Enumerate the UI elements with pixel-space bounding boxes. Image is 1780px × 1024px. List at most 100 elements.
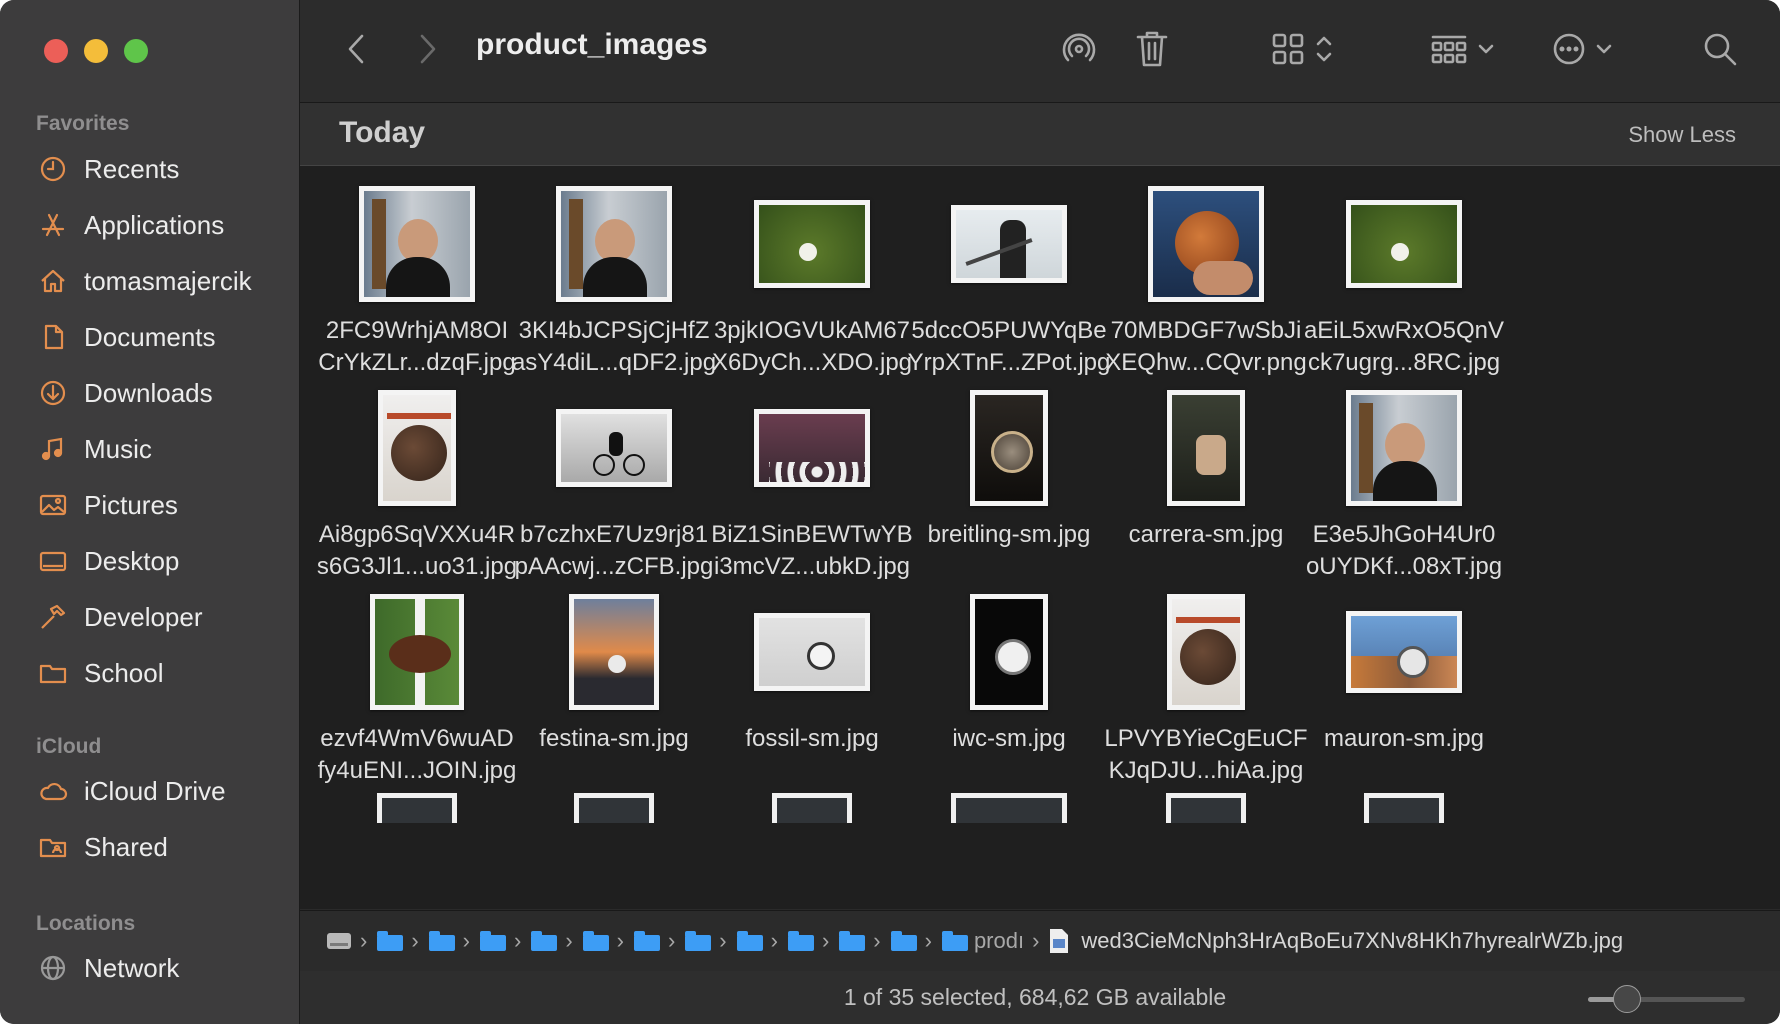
group-button[interactable]	[1424, 26, 1500, 72]
close-button[interactable]	[44, 39, 68, 63]
sidebar-item-label: Recents	[84, 153, 180, 184]
sidebar-item-developer[interactable]: Developer	[36, 597, 286, 637]
icon-size-slider[interactable]	[1588, 985, 1745, 1013]
sidebar-item-music[interactable]: Music	[36, 429, 286, 469]
path-crumb-folder[interactable]: ›	[377, 928, 419, 954]
sidebar-item-desktop[interactable]: Desktop	[36, 541, 286, 581]
path-crumb-folder[interactable]: ›	[531, 928, 573, 954]
minimize-button[interactable]	[84, 39, 108, 63]
path-crumb-folder[interactable]: ›	[582, 928, 624, 954]
sidebar-item-school[interactable]: School	[36, 653, 286, 693]
path-crumb-folder[interactable]: ›	[428, 928, 470, 954]
file-item[interactable]: 70MBDGF7wSbJi XEQhw...CQvr.png	[1101, 177, 1311, 387]
file-item[interactable]: carrera-sm.jpg	[1101, 381, 1311, 591]
file-name-line1: BiZ1SinBEWTwYB	[711, 521, 913, 548]
search-button[interactable]	[1700, 26, 1740, 72]
file-thumbnail-peek[interactable]	[574, 793, 654, 823]
file-item[interactable]: 5dccO5PUWYqBe YrpXTnF...ZPot.jpg	[904, 177, 1114, 387]
folder-icon	[685, 931, 712, 951]
path-crumb-disk[interactable]: ›	[326, 928, 367, 954]
file-item[interactable]: aEiL5xwRxO5QnV ck7ugrg...8RC.jpg	[1299, 177, 1509, 387]
file-item[interactable]: E3e5JhGoH4Ur0 oUYDKf...08xT.jpg	[1299, 381, 1509, 591]
forward-button[interactable]	[410, 26, 444, 72]
folder-icon	[839, 931, 866, 951]
sidebar-section-icloud: iCloud	[36, 735, 102, 758]
file-name-line2: s6G3Jl1...uo31.jpg	[316, 553, 518, 580]
download-icon	[36, 376, 70, 410]
globe-icon	[36, 951, 70, 985]
file-name: fossil-sm.jpg	[701, 723, 923, 755]
file-name-line2: i3mcVZ...ubkD.jpg	[713, 553, 911, 580]
file-thumbnail-peek[interactable]	[1166, 793, 1246, 823]
status-bar: 1 of 35 selected, 684,62 GB available	[300, 971, 1780, 1024]
zoom-button[interactable]	[124, 39, 148, 63]
file-name: iwc-sm.jpg	[898, 723, 1120, 755]
folder-icon	[633, 931, 660, 951]
show-less-button[interactable]: Show Less	[1628, 122, 1736, 148]
document-icon	[36, 320, 70, 354]
file-name-line1: b7czhxE7Uz9rj81	[519, 521, 709, 548]
sidebar-item-documents[interactable]: Documents	[36, 317, 286, 357]
path-crumb-folder[interactable]: ›	[787, 928, 829, 954]
file-item[interactable]: b7czhxE7Uz9rj81 pAAcwj...zCFB.jpg	[509, 381, 719, 591]
file-item[interactable]: breitling-sm.jpg	[904, 381, 1114, 591]
path-crumb-product-folder[interactable]: prodı ›	[941, 928, 1039, 954]
file-item[interactable]: Ai8gp6SqVXXu4R s6G3Jl1...uo31.jpg	[312, 381, 522, 591]
file-item[interactable]: BiZ1SinBEWTwYB i3mcVZ...ubkD.jpg	[707, 381, 917, 591]
file-name-line1: breitling-sm.jpg	[927, 521, 1091, 548]
file-thumbnail-peek[interactable]	[1364, 793, 1444, 823]
trash-icon	[1136, 31, 1168, 67]
file-thumbnail	[951, 205, 1067, 283]
path-crumb-folder[interactable]: ›	[685, 928, 727, 954]
file-name: 3KI4bJCPSjCjHfZ asY4diL...qDF2.jpg	[503, 315, 725, 379]
sidebar-item-pictures[interactable]: Pictures	[36, 485, 286, 525]
file-thumbnail-box	[1101, 177, 1311, 311]
path-crumb-folder[interactable]: ›	[479, 928, 521, 954]
file-item[interactable]: ezvf4WmV6wuAD fy4uENI...JOIN.jpg	[312, 585, 522, 795]
file-item[interactable]: 3pjkIOGVUkAM67 X6DyCh...XDO.jpg	[707, 177, 917, 387]
sidebar-item-applications[interactable]: Applications	[36, 205, 286, 245]
file-thumbnail-peek[interactable]	[772, 793, 852, 823]
sidebar-item-label: iCloud Drive	[84, 775, 226, 806]
shared-folder-icon	[36, 830, 70, 864]
image-file-icon	[1050, 929, 1069, 953]
airdrop-button[interactable]	[1056, 26, 1102, 72]
path-crumb-file[interactable]: wed3CieMcNph3HrAqBoEu7XNv8HKh7hyrealrWZb…	[1049, 928, 1623, 954]
file-thumbnail-peek[interactable]	[377, 793, 457, 823]
file-name: mauron-sm.jpg	[1293, 723, 1515, 755]
pictures-icon	[36, 488, 70, 522]
file-name: 2FC9WrhjAM8OI CrYkZLr...dzqF.jpg	[306, 315, 528, 379]
delete-button[interactable]	[1130, 26, 1174, 72]
file-thumbnail-peek[interactable]	[951, 793, 1067, 823]
group-icon	[1431, 35, 1467, 64]
sidebar-item-shared[interactable]: Shared	[36, 827, 286, 867]
file-thumbnail-box	[1299, 585, 1509, 719]
file-item[interactable]: LPVYBYieCgEuCF KJqDJU...hiAa.jpg	[1101, 585, 1311, 795]
file-thumbnail-box	[1101, 585, 1311, 719]
sidebar-item-recents[interactable]: Recents	[36, 149, 286, 189]
file-name-line1: E3e5JhGoH4Ur0	[1312, 521, 1496, 548]
path-crumb-folder[interactable]: ›	[890, 928, 932, 954]
path-crumb-folder[interactable]: ›	[633, 928, 675, 954]
file-thumbnail	[556, 409, 672, 487]
sidebar-item-downloads[interactable]: Downloads	[36, 373, 286, 413]
file-item[interactable]: 3KI4bJCPSjCjHfZ asY4diL...qDF2.jpg	[509, 177, 719, 387]
file-thumbnail	[359, 186, 475, 302]
file-item[interactable]: festina-sm.jpg	[509, 585, 719, 795]
file-item[interactable]: iwc-sm.jpg	[904, 585, 1114, 795]
file-item[interactable]: fossil-sm.jpg	[707, 585, 917, 795]
back-button[interactable]	[340, 26, 374, 72]
more-button[interactable]	[1544, 26, 1620, 72]
file-name-line2: fy4uENI...JOIN.jpg	[317, 757, 517, 784]
file-item[interactable]: mauron-sm.jpg	[1299, 585, 1509, 795]
chevron-down-icon	[1478, 44, 1494, 54]
sidebar-item-home[interactable]: tomasmajercik	[36, 261, 286, 301]
sidebar-item-network[interactable]: Network	[36, 948, 286, 988]
path-crumb-folder[interactable]: ›	[839, 928, 881, 954]
path-crumb-folder[interactable]: ›	[736, 928, 778, 954]
sidebar-item-icloud-drive[interactable]: iCloud Drive	[36, 771, 286, 811]
file-name-line1: 70MBDGF7wSbJi	[1110, 317, 1302, 344]
file-item[interactable]: 2FC9WrhjAM8OI CrYkZLr...dzqF.jpg	[312, 177, 522, 387]
path-bar: › › › › › › › › › › › › prodı › wed3CieMcNph3HrAqB…	[300, 910, 1780, 971]
view-mode-button[interactable]	[1262, 26, 1342, 72]
